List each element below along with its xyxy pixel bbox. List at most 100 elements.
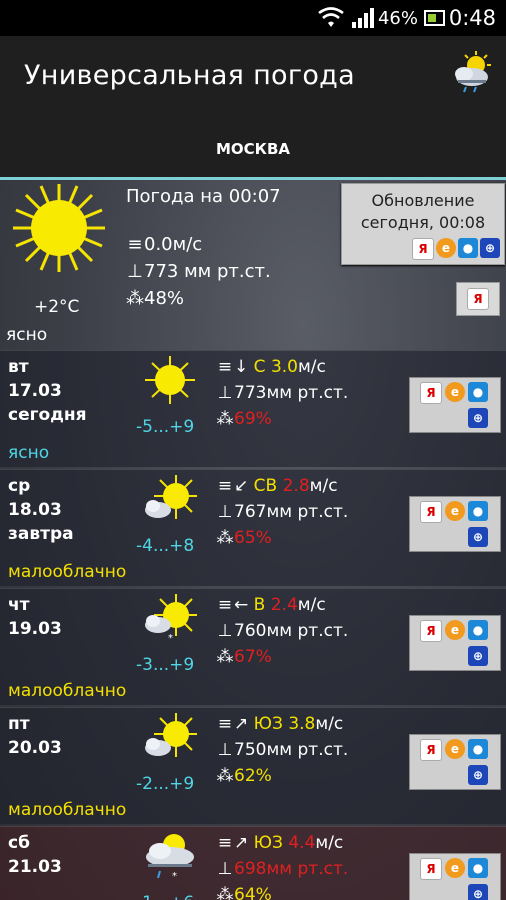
humidity-icon: ⁂ [216, 647, 234, 667]
gismeteo-icon: e [445, 620, 465, 640]
gismeteo-icon: e [445, 382, 465, 402]
wind-speed: 3.0 [270, 357, 298, 377]
humidity-value: 65% [234, 528, 272, 548]
gismeteo-icon: e [436, 238, 456, 258]
yandex-icon: Я [420, 620, 442, 642]
yandex-icon: Я [420, 382, 442, 404]
day-humidity: ⁂69% [216, 409, 272, 429]
wind-direction-arrow: ↗ [234, 833, 249, 853]
temp-range: -2...+9 [136, 774, 195, 794]
forecast-day-row[interactable]: чт 19.03 * -3...+9 малооблачно ≡ ← В 2.4м… [0, 588, 506, 705]
wind-icon: ≡ [217, 833, 233, 853]
weather-time: Погода на 00:07 [126, 186, 281, 207]
wind-unit: м/с [315, 833, 344, 853]
day-name: чт [8, 595, 30, 615]
battery-icon [424, 10, 445, 26]
tab-city-moscow[interactable]: МОСКВА [0, 140, 506, 158]
current-weather[interactable]: +2°C ясно Погода на 00:07 ≡0.0м/с ⊥773 м… [0, 180, 506, 350]
day-sources-button[interactable]: Я e ● ⊕ [409, 734, 501, 790]
day-name: сб [8, 833, 30, 853]
signal-icon [352, 8, 374, 28]
forecast-day-row[interactable]: вт 17.03 сегодня -5...+9 ясно ≡ ↓ С 3.0м/… [0, 350, 506, 467]
svg-text:*: * [168, 633, 173, 643]
gismeteo-icon: e [445, 858, 465, 878]
wind-unit: м/с [297, 595, 326, 615]
globe-icon: ⊕ [468, 527, 488, 547]
day-wind: ≡ ↓ С 3.0м/с [216, 357, 326, 377]
gismeteo-icon: e [445, 501, 465, 521]
day-description: ясно [8, 443, 50, 463]
wind-icon: ≡ [217, 357, 233, 377]
day-sources-button[interactable]: Я e ● ⊕ [409, 496, 501, 552]
pressure-icon: ⊥ [217, 621, 233, 641]
temp-range: -1...+6 [136, 893, 194, 900]
app-weather-icon[interactable] [450, 50, 496, 96]
temp-range: -5...+9 [136, 417, 195, 437]
drop-icon: ● [468, 382, 488, 402]
day-humidity: ⁂64% [216, 885, 272, 900]
day-date: 18.03 [8, 500, 62, 520]
yandex-icon: Я [420, 739, 442, 761]
day-sources-button[interactable]: Я e ● ⊕ [409, 853, 501, 900]
current-humidity: ⁂48% [126, 288, 184, 309]
wind-direction: В [253, 595, 266, 615]
current-pressure-value: 773 мм рт.ст. [144, 261, 271, 282]
day-sources-button[interactable]: Я e ● ⊕ [409, 615, 501, 671]
wind-direction-arrow: ↓ [234, 357, 249, 377]
temp-range: -4...+8 [136, 536, 195, 556]
update-button[interactable]: Обновление сегодня, 00:08 Я e ● ⊕ [341, 183, 505, 265]
sun-icon [142, 355, 198, 405]
pressure-icon: ⊥ [127, 261, 143, 282]
day-humidity: ⁂62% [216, 766, 272, 786]
wind-direction: ЮЗ [253, 714, 283, 734]
day-sources-button[interactable]: Я e ● ⊕ [409, 377, 501, 433]
wind-icon: ≡ [217, 714, 233, 734]
clock: 0:48 [448, 6, 496, 30]
gismeteo-icon: e [445, 739, 465, 759]
forecast-day-row[interactable]: сб 21.03 * -1...+6 ≡↗ ЮЗ 4.4м/с ⊥698мм р… [0, 826, 506, 900]
source-select-button[interactable]: Я [456, 282, 500, 316]
pressure-value: 773мм рт.ст. [234, 383, 349, 403]
wind-speed: 2.8 [282, 476, 310, 496]
wind-direction-arrow: ← [234, 595, 249, 615]
day-description: малооблачно [8, 800, 127, 820]
pressure-icon: ⊥ [217, 740, 233, 760]
day-wind: ≡ ↗ ЮЗ 4.4м/с [216, 833, 343, 853]
day-date: 17.03 [8, 381, 62, 401]
yandex-icon: Я [420, 501, 442, 523]
humidity-icon: ⁂ [216, 409, 234, 429]
forecast-day-row[interactable]: ср 18.03 завтра -4...+8 малооблачно ≡ ↙ С… [0, 469, 506, 586]
update-label: Обновление сегодня, 00:08 [360, 191, 486, 232]
day-name: вт [8, 357, 29, 377]
day-humidity: ⁂67% [216, 647, 272, 667]
battery-percent: 46% [377, 8, 418, 29]
current-temperature: +2°C [34, 297, 80, 317]
wind-speed: 3.8 [288, 714, 316, 734]
wind-direction: ЮЗ [253, 833, 283, 853]
forecast-content[interactable]: +2°C ясно Погода на 00:07 ≡0.0м/с ⊥773 м… [0, 180, 506, 900]
cloudy-rain-icon: * [142, 831, 198, 882]
wind-direction-arrow: ↙ [234, 476, 249, 496]
drop-icon: ● [468, 739, 488, 759]
humidity-value: 64% [234, 885, 272, 900]
day-name: пт [8, 714, 30, 734]
day-date: 19.03 [8, 619, 62, 639]
svg-text:*: * [172, 871, 177, 881]
yandex-icon: Я [412, 238, 434, 260]
humidity-value: 67% [234, 647, 272, 667]
globe-icon: ⊕ [468, 408, 488, 428]
pressure-value: 750мм рт.ст. [234, 740, 349, 760]
day-name: ср [8, 476, 31, 496]
forecast-day-row[interactable]: пт 20.03 -2...+9 малооблачно ≡ ↗ ЮЗ 3.8м/… [0, 707, 506, 824]
pressure-icon: ⊥ [217, 859, 233, 879]
wind-icon: ≡ [217, 595, 233, 615]
pressure-value: 698мм рт.ст. [234, 859, 349, 879]
source-icons: Я e ● ⊕ [412, 238, 500, 260]
day-humidity: ⁂65% [216, 528, 272, 548]
day-pressure: ⊥767мм рт.ст. [216, 502, 349, 522]
sun-icon [13, 184, 105, 272]
partly-cloudy-icon [142, 474, 198, 524]
yandex-icon: Я [420, 858, 442, 880]
wind-icon: ≡ [127, 234, 143, 255]
day-wind: ≡ ← В 2.4м/с [216, 595, 326, 615]
